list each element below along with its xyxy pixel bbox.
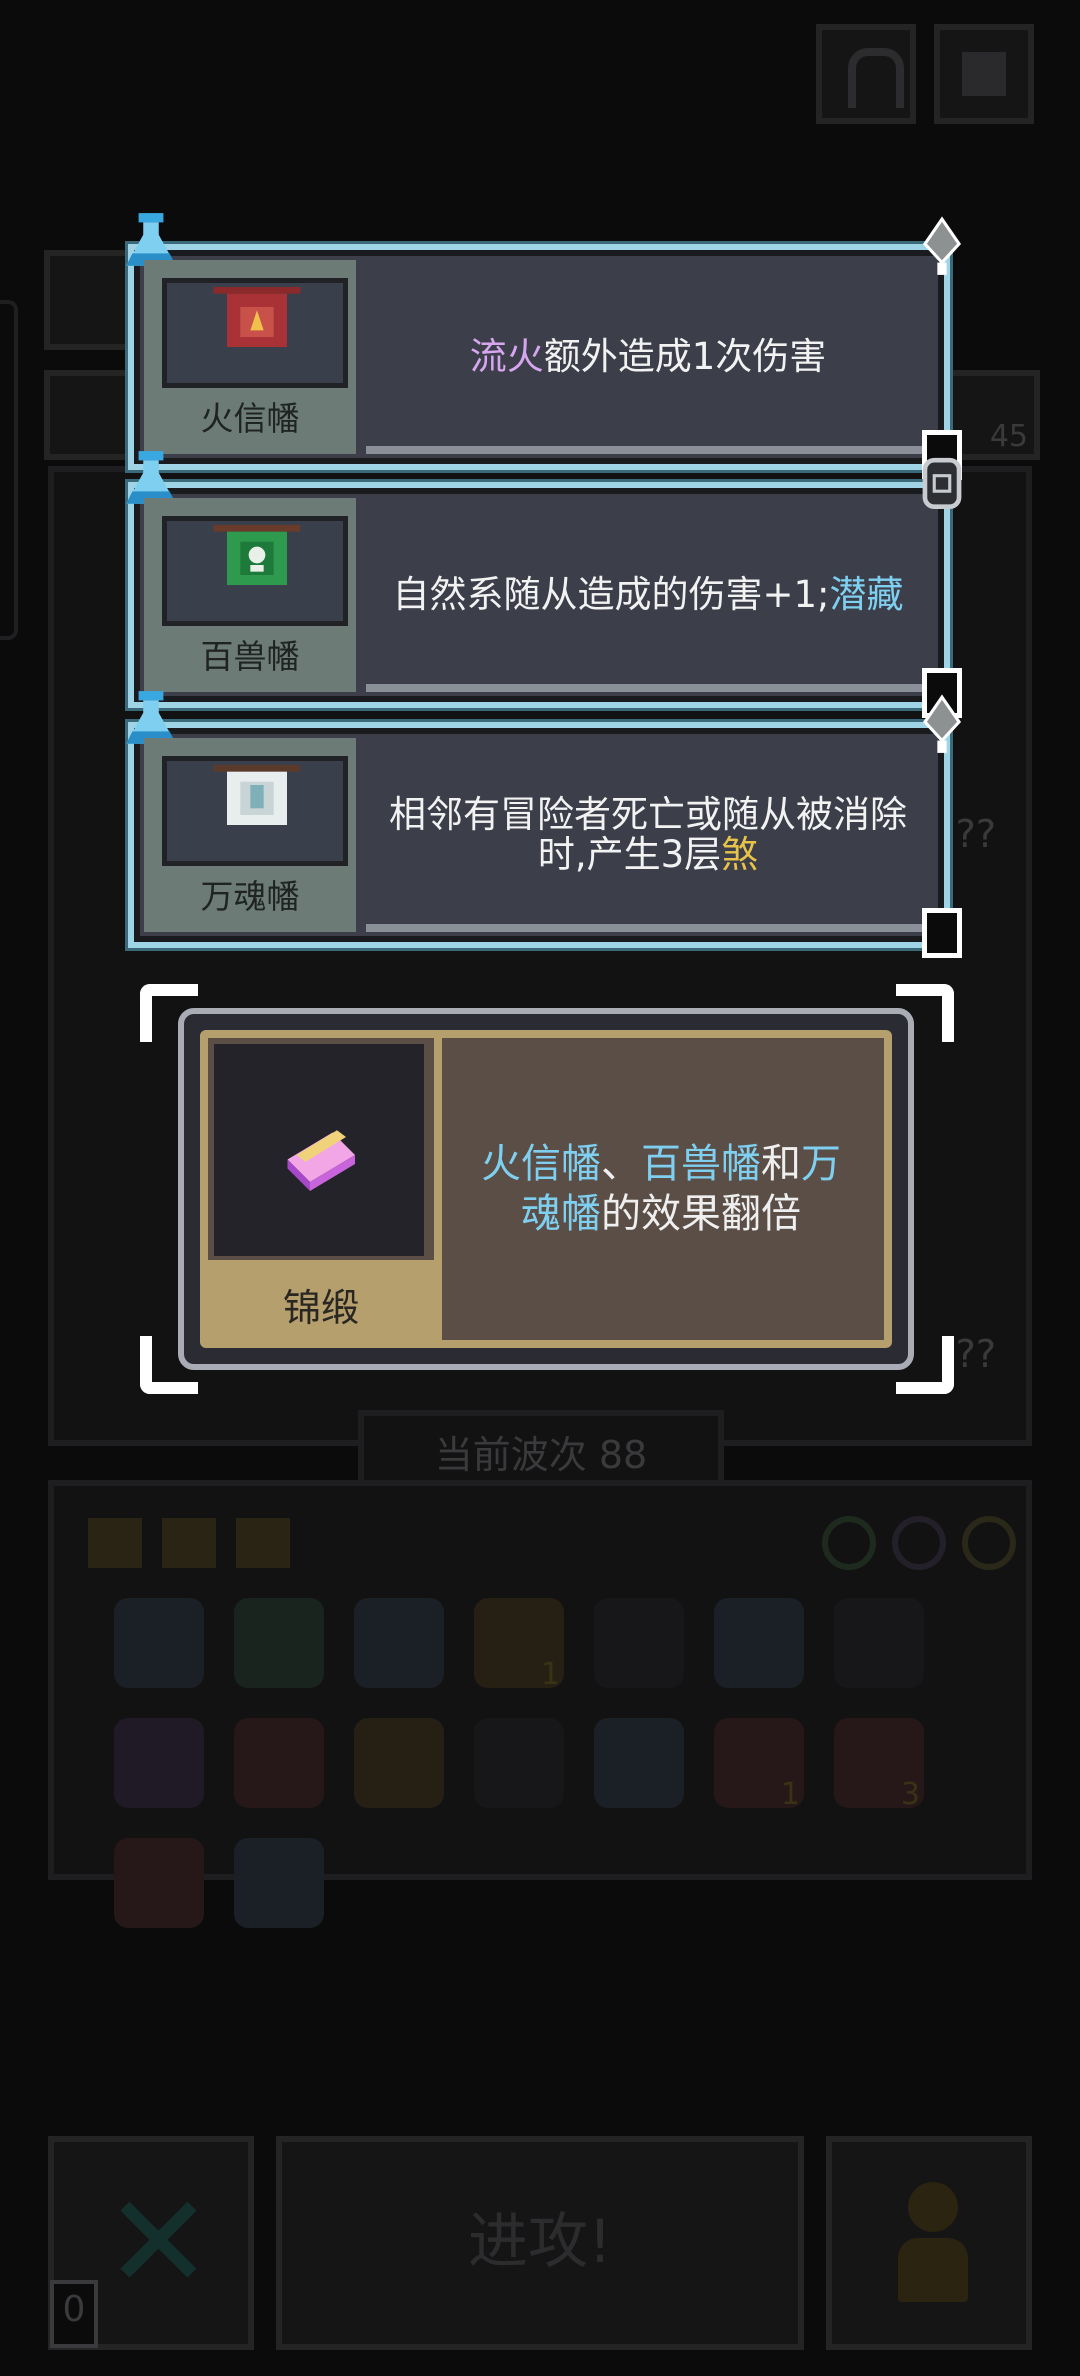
inventory-item[interactable]: 1 [714, 1718, 804, 1812]
keyword-beast-banner: 百兽幡 [641, 1141, 761, 1187]
stack-badge: 3 [900, 1777, 920, 1812]
desc-text: 相邻有冒险者死亡或随从被消除时,产生3层 [389, 793, 907, 876]
card-underline [366, 924, 930, 932]
beast-banner-icon [213, 525, 301, 585]
cancel-counter: 0 [50, 2280, 98, 2348]
banner-description: 自然系随从造成的伤害+1;潜藏 [366, 506, 930, 684]
relic-description: 火信幡、百兽幡和万魂幡的效果翻倍 [448, 1038, 874, 1340]
inventory-item[interactable] [714, 1598, 804, 1688]
banner-portrait: 百兽幡 [144, 498, 356, 692]
character-button[interactable] [826, 2136, 1032, 2350]
cheese-item[interactable] [88, 1518, 142, 1568]
relic-card-body: 锦缎 火信幡、百兽幡和万魂幡的效果翻倍 [200, 1030, 892, 1348]
desc-text: 额外造成1次伤害 [543, 335, 827, 378]
inventory-item[interactable] [354, 1718, 444, 1808]
inventory-item[interactable] [594, 1598, 684, 1688]
stack-badge: 1 [540, 1657, 560, 1692]
help-button[interactable] [816, 24, 916, 124]
inventory-item[interactable] [114, 1718, 204, 1808]
banner-frame [162, 756, 348, 866]
relic-divider [434, 1038, 442, 1340]
card-underline [366, 684, 930, 692]
unknown-mark: ?? [955, 1332, 996, 1376]
inventory-item[interactable] [234, 1598, 324, 1688]
inventory-item[interactable] [594, 1718, 684, 1808]
banner-portrait: 火信幡 [144, 260, 356, 454]
close-icon: ✕ [104, 2166, 213, 2318]
attack-button[interactable]: 进攻! [276, 2136, 804, 2350]
inventory-panel: 1 1 3 [48, 1480, 1032, 1928]
inventory-item[interactable]: 1 [474, 1598, 564, 1692]
desc-text: 和 [761, 1141, 801, 1187]
attack-label: 进攻! [467, 2207, 613, 2277]
keyword-fire-banner: 火信幡 [481, 1141, 601, 1187]
inventory-item[interactable] [474, 1718, 564, 1808]
banner-description: 相邻有冒险者死亡或随从被消除时,产生3层煞 [366, 746, 930, 924]
banner-description: 流火额外造成1次伤害 [366, 268, 930, 446]
inventory-item[interactable] [234, 1838, 324, 1928]
cheese-item[interactable] [236, 1518, 290, 1568]
inventory-item[interactable] [114, 1598, 204, 1688]
ring-slot[interactable] [892, 1516, 946, 1570]
question-icon [848, 48, 904, 108]
inventory-item[interactable] [234, 1718, 324, 1808]
charge-counter [922, 908, 962, 958]
keyword-sha: 煞 [721, 833, 759, 876]
stack-badge: 1 [780, 1777, 800, 1812]
banner-name: 百兽幡 [200, 637, 300, 676]
keyword-stealth: 潜藏 [829, 573, 904, 616]
inventory-item[interactable] [114, 1838, 204, 1928]
relic-card-silk[interactable]: 锦缎 火信幡、百兽幡和万魂幡的效果翻倍 [178, 1008, 914, 1370]
cancel-button[interactable]: ✕ 0 [48, 2136, 254, 2350]
wave-label: 当前波次 88 [434, 1433, 648, 1477]
fire-banner-icon [213, 287, 301, 347]
card-underline [366, 446, 930, 454]
inventory-item[interactable] [834, 1598, 924, 1688]
pawn-icon [898, 2182, 968, 2302]
left-side-tab[interactable] [0, 300, 18, 640]
banner-card-soul[interactable]: 万魂幡 相邻有冒险者死亡或随从被消除时,产生3层煞 [126, 691, 962, 958]
desc-text: 的效果翻倍 [601, 1191, 801, 1237]
banner-card-fire[interactable]: 火信幡 流火额外造成1次伤害 [126, 213, 962, 480]
desc-text: 、 [601, 1141, 641, 1187]
banner-portrait: 万魂幡 [144, 738, 356, 932]
ring-slot[interactable] [962, 1516, 1016, 1570]
ring-slot[interactable] [822, 1516, 876, 1570]
map-icon [962, 52, 1006, 96]
soul-banner-icon [213, 765, 301, 825]
resource-count: 45 [989, 419, 1028, 454]
unknown-mark: ?? [955, 812, 996, 856]
inventory-item[interactable] [354, 1598, 444, 1688]
cheese-item[interactable] [162, 1518, 216, 1568]
relic-name: 锦缎 [282, 1286, 359, 1330]
banner-name: 万魂幡 [200, 877, 300, 916]
map-button[interactable] [934, 24, 1034, 124]
banner-card-beast[interactable]: 百兽幡 自然系随从造成的伤害+1;潜藏 [126, 451, 962, 718]
relic-icon-frame [214, 1044, 424, 1256]
silk-brocade-icon [287, 1130, 355, 1191]
relic-name-plate: 锦缎 [208, 1260, 434, 1340]
desc-text: 自然系随从造成的伤害+1; [392, 573, 830, 616]
banner-name: 火信幡 [200, 399, 300, 438]
banner-frame [162, 516, 348, 626]
relic-grid: 1 1 3 [114, 1598, 994, 1928]
inventory-item[interactable]: 3 [834, 1718, 924, 1812]
keyword-flowing-fire: 流火 [469, 335, 544, 378]
banner-frame [162, 278, 348, 388]
